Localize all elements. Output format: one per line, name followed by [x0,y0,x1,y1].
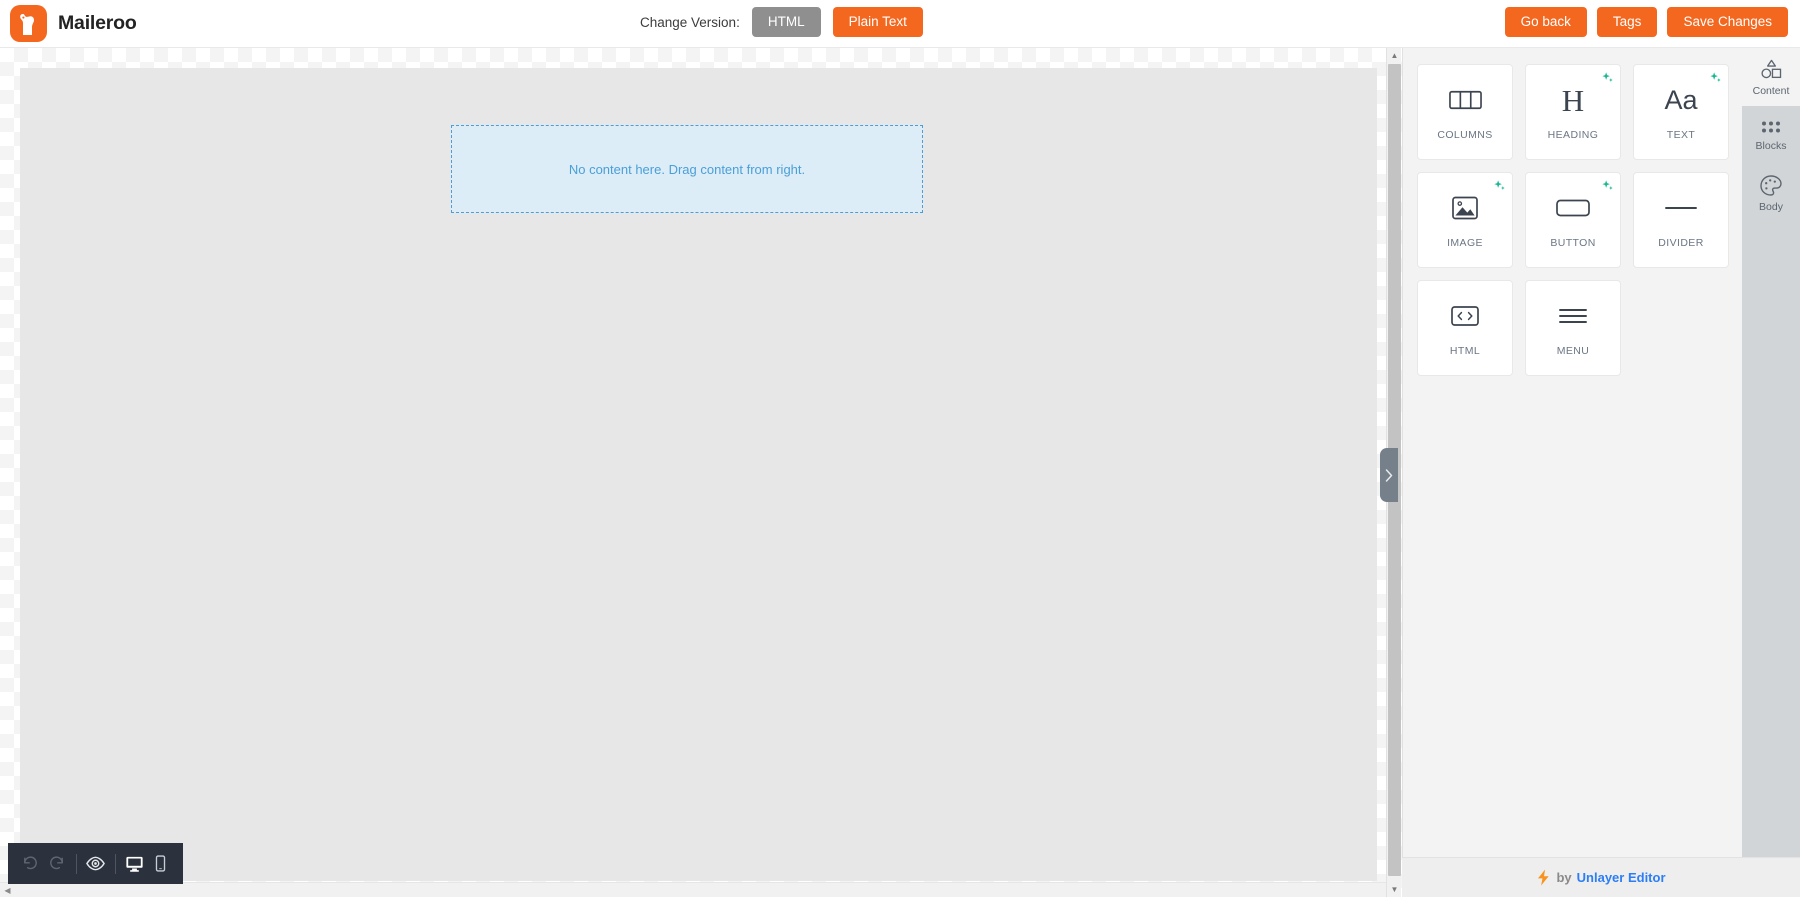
html-version-button[interactable]: HTML [751,7,821,37]
scroll-left-arrow-icon[interactable]: ◀ [0,883,15,897]
panel-tab-rail: Content Blocks Body [1742,48,1800,897]
panel-collapse-handle[interactable] [1380,448,1398,502]
chevron-right-icon [1385,468,1393,482]
eye-icon [86,856,105,871]
content-tile-image[interactable]: IMAGE [1417,172,1513,268]
dots-grid-icon [1762,121,1780,133]
image-icon [1451,191,1479,225]
rail-tab-content[interactable]: Content [1742,48,1800,106]
button-icon [1556,191,1590,225]
scroll-down-arrow-icon[interactable]: ▼ [1387,882,1402,897]
ai-sparkle-icon [1602,180,1613,190]
top-bar: Maileroo Change Version: HTML Plain Text… [0,0,1800,48]
footer-by-text: by [1556,870,1572,885]
content-tile-label: IMAGE [1447,237,1483,249]
content-tile-label: COLUMNS [1437,129,1493,141]
save-changes-button[interactable]: Save Changes [1667,7,1788,37]
heading-icon: H [1561,82,1585,118]
content-dropzone[interactable]: No content here. Drag content from right… [451,125,923,213]
redo-button[interactable] [44,849,68,879]
plain-text-version-button[interactable]: Plain Text [832,7,923,37]
toolbar-divider [75,853,77,874]
desktop-view-button[interactable] [122,849,146,879]
content-tile-menu[interactable]: MENU [1525,280,1621,376]
undo-button[interactable] [18,849,42,879]
ai-sparkle-icon [1494,180,1505,190]
content-tile-label: MENU [1556,345,1590,357]
content-tile-label: BUTTON [1550,237,1596,249]
code-icon [1451,299,1479,333]
ai-sparkle-icon [1710,72,1721,82]
email-editor-app: Maileroo Change Version: HTML Plain Text… [0,0,1800,897]
palette-icon [1760,174,1782,196]
content-panel: COLUMNS H HEADING Aa TEXT IMAGE BUTTON D… [1402,48,1742,897]
maileroo-kangaroo-logo-icon [10,5,47,42]
rail-tab-blocks[interactable]: Blocks [1742,106,1800,164]
panel-footer: by Unlayer Editor [1402,857,1800,897]
ai-sparkle-icon [1602,72,1613,82]
content-tile-label: HTML [1449,345,1481,357]
content-tile-heading[interactable]: H HEADING [1525,64,1621,160]
tags-button[interactable]: Tags [1596,7,1658,37]
mobile-icon [156,855,166,872]
shapes-icon [1760,59,1781,78]
content-tiles-grid: COLUMNS H HEADING Aa TEXT IMAGE BUTTON D… [1417,64,1729,376]
scroll-up-arrow-icon[interactable]: ▲ [1387,48,1402,63]
content-tile-text[interactable]: Aa TEXT [1633,64,1729,160]
content-tile-button[interactable]: BUTTON [1525,172,1621,268]
brand: Maileroo [10,5,137,42]
header-actions: Go back Tags Save Changes [1504,7,1788,37]
rail-tab-body[interactable]: Body [1742,164,1800,222]
mobile-view-button[interactable] [149,849,173,879]
desktop-icon [126,856,143,872]
email-canvas[interactable]: No content here. Drag content from right… [0,48,1408,897]
content-tile-columns[interactable]: COLUMNS [1417,64,1513,160]
content-tile-html[interactable]: HTML [1417,280,1513,376]
columns-icon [1448,83,1482,117]
dropzone-label: No content here. Drag content from right… [568,161,806,177]
rail-tab-label: Content [1752,84,1790,97]
content-tile-label: TEXT [1666,129,1696,141]
divider-icon [1665,191,1697,225]
preview-button[interactable] [83,849,107,879]
rail-tab-label: Blocks [1755,140,1787,152]
version-switcher: Change Version: HTML Plain Text [640,7,923,37]
rail-tab-label: Body [1759,200,1783,213]
editor-toolbar [8,843,183,884]
unlayer-editor-link[interactable]: Unlayer Editor [1577,870,1666,885]
text-icon: Aa [1664,84,1698,115]
content-tile-divider[interactable]: DIVIDER [1633,172,1729,268]
undo-icon [23,856,37,870]
canvas-horizontal-scrollbar[interactable]: ◀ [0,882,1386,897]
lightning-bolt-icon [1538,869,1550,886]
toolbar-divider-2 [114,853,116,874]
go-back-button[interactable]: Go back [1504,7,1587,37]
version-label: Change Version: [640,14,740,30]
brand-name: Maileroo [58,12,137,34]
email-body[interactable]: No content here. Drag content from right… [20,68,1377,881]
content-tile-label: DIVIDER [1658,237,1704,249]
menu-icon [1558,299,1588,333]
redo-icon [50,856,63,870]
content-tile-label: HEADING [1547,129,1599,141]
